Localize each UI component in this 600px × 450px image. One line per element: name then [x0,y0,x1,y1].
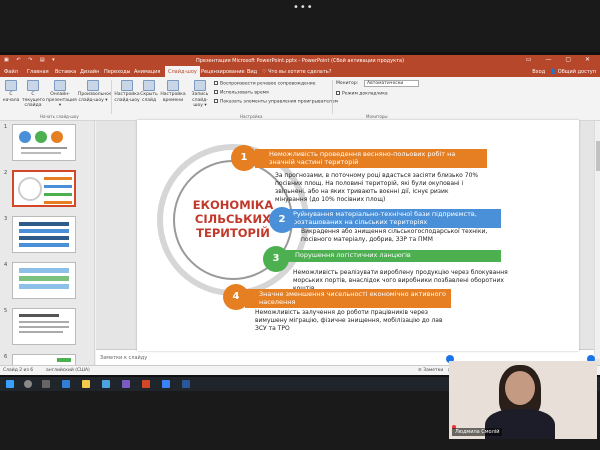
timings-checkbox[interactable]: Использовать время [214,90,269,96]
group-monitors-label: Мониторы [366,114,388,119]
item-2-number: 2 [269,207,295,233]
record-show-button[interactable]: Запись слайд-шоу ▾ [188,80,212,109]
thumbnail-slide-6[interactable] [12,354,76,365]
rehearse-timings-button[interactable]: Настройка времени [160,80,186,103]
item-1-number: 1 [231,145,257,171]
thumb-number: 5 [4,308,8,314]
window-title: Презентация Microsoft PowerPoint.pptx - … [195,57,405,64]
play-icon [5,80,17,91]
ribbon-separator [111,80,112,114]
current-slide[interactable]: ЕКОНОМІКА СІЛЬСЬКИХ ТЕРИТОРІЙ Неможливіс… [137,120,579,351]
word-icon[interactable] [182,380,190,388]
play-current-icon [27,80,39,91]
tab-transitions[interactable]: Переходы [104,69,131,75]
zoom-top-bar: ••• [0,0,600,52]
task-view-icon[interactable] [42,380,50,388]
checkbox-icon [214,99,218,103]
edge-icon[interactable] [62,380,70,388]
tab-home[interactable]: Главная [27,69,49,75]
setup-icon [121,80,133,91]
tab-animation[interactable]: Анимация [134,69,160,75]
account-area: Вход 👤 Общий доступ [532,69,596,75]
record-icon [194,80,206,91]
item-3-title-bar: Порушення логістичних ланцюгів [281,250,501,262]
window-controls[interactable]: ▭ — ▢ ✕ [526,56,596,63]
ribbon-tabs: Файл Главная Вставка Дизайн Переходы Ани… [0,66,600,77]
checkbox-icon [214,81,218,85]
online-presentation-button[interactable]: Онлайн-презентация ▾ [46,80,77,109]
thumbnail-slide-3[interactable] [12,216,76,253]
store-icon[interactable] [102,380,110,388]
presenter-view-checkbox[interactable]: Режим докладчика [336,91,388,97]
item-1-title-bar: Неможливість проведення весняно-польових… [255,149,487,168]
powerpoint-icon[interactable] [142,380,150,388]
search-icon[interactable] [24,380,32,388]
thumb-number: 4 [4,262,8,268]
thumb-number: 3 [4,216,8,222]
custom-show-icon [87,80,99,91]
monitor-label: Монитор: [336,81,359,86]
participant-face [505,371,535,405]
timer-icon [167,80,179,91]
explorer-icon[interactable] [82,380,90,388]
tab-design[interactable]: Дизайн [80,69,99,75]
share-icon: 👤 [549,68,557,75]
thumbnail-slide-5[interactable] [12,308,76,345]
zoom-app-icon[interactable] [162,380,170,388]
tab-file[interactable]: Файл [4,69,18,75]
thumb-number: 2 [4,170,8,176]
tab-insert[interactable]: Вставка [55,69,76,75]
hide-slide-icon [143,80,155,91]
group-setup-label: Настройка [240,114,263,119]
media-controls-checkbox[interactable]: Показать элементы управления проигрывате… [214,99,338,105]
viber-icon[interactable] [122,380,130,388]
thumb-number: 6 [4,354,8,360]
monitor-select[interactable]: Автоматически [364,80,419,87]
notes-toggle-button[interactable]: ≡ Заметки [418,368,443,373]
checkbox-icon [214,90,218,94]
tab-view[interactable]: Вид [247,69,257,75]
thumbnail-slide-2[interactable] [12,170,76,207]
thumb-number: 1 [4,124,8,130]
vertical-scrollbar[interactable] [594,121,600,359]
participant-name: Людмила Смолій [452,428,503,436]
from-beginning-button[interactable]: С начала [2,80,20,103]
ribbon: С начала С текущего слайда Онлайн-презен… [0,77,600,121]
slide-counter: Слайд 2 из 6 [3,368,34,373]
tab-slideshow[interactable]: Слайд-шоу [165,66,200,77]
group-start-label: Начать слайд-шоу [40,114,79,119]
login-link[interactable]: Вход [532,69,545,75]
item-4-title-bar: Значне зменшення чисельності економічно … [245,289,451,308]
hide-slide-button[interactable]: Скрыть слайд [140,80,158,103]
tell-me-search[interactable]: ♡ Что вы хотите сделать? [262,69,331,75]
thumbnail-slide-4[interactable] [12,262,76,299]
narrations-checkbox[interactable]: Воспроизвести речевое сопровождение [214,81,315,87]
globe-icon [54,80,66,91]
item-1-description: За прогнозами, в поточному році вдасться… [275,172,479,203]
title-bar: ▣ ↶ ↷ ▤ ▾ Презентация Microsoft PowerPoi… [0,55,600,66]
thumbnail-slide-1[interactable] [12,124,76,161]
checkbox-icon [336,91,340,95]
slide-thumbnails-panel: 1 2 3 4 5 6 [0,121,95,365]
item-4-number: 4 [223,284,249,310]
language-indicator[interactable]: английский (США) [46,368,90,373]
item-4-description: Неможливість залучення до роботи працівн… [255,309,443,332]
tab-review[interactable]: Рецензирование [201,69,245,75]
scrollbar-thumb[interactable] [596,141,600,171]
item-2-title-bar: Руйнування матеріально-технічної бази пі… [279,209,501,228]
custom-show-button[interactable]: Произвольное слайд-шоу ▾ [78,80,112,103]
participant-video[interactable]: Людмила Смолій [449,361,597,439]
share-button[interactable]: Общий доступ [558,69,596,75]
ribbon-separator [332,80,333,114]
item-2-description: Викрадення або знищення сільськогосподар… [301,228,488,243]
from-current-button[interactable]: С текущего слайда [22,80,45,109]
start-icon[interactable] [6,380,14,388]
item-3-number: 3 [263,246,289,272]
more-options-icon[interactable]: ••• [293,2,314,13]
setup-show-button[interactable]: Настройка слайд-шоу [114,80,140,103]
